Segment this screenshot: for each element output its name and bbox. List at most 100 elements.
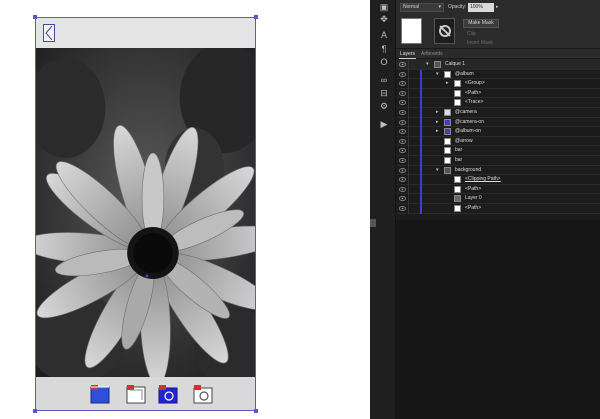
layer-row[interactable]: @arrow bbox=[396, 136, 600, 147]
camera-icon[interactable] bbox=[193, 384, 213, 404]
artboard-handle-bl[interactable] bbox=[33, 409, 37, 413]
tab-artboards[interactable]: Artboards bbox=[421, 51, 443, 57]
align-icon[interactable]: ⊟ bbox=[379, 88, 389, 98]
layer-color-bar bbox=[420, 88, 422, 99]
lock-column[interactable] bbox=[408, 194, 409, 204]
layer-row[interactable]: <Path> bbox=[396, 184, 600, 195]
layer-row[interactable]: ▾ background bbox=[396, 165, 600, 176]
lock-column[interactable] bbox=[408, 108, 409, 118]
layer-row[interactable]: ▸ <Group> bbox=[396, 79, 600, 89]
chevron-down-icon[interactable]: ▾ bbox=[426, 62, 431, 67]
make-mask-button[interactable]: Make Mask bbox=[463, 19, 499, 28]
lock-column[interactable] bbox=[408, 165, 409, 176]
eye-icon[interactable] bbox=[399, 62, 406, 67]
album-on-icon[interactable] bbox=[90, 384, 110, 404]
eye-icon[interactable] bbox=[399, 206, 406, 211]
layer-name: bar bbox=[455, 147, 463, 154]
link-icon[interactable]: ∞ bbox=[379, 75, 389, 85]
layer-row[interactable]: ▸ @camera bbox=[396, 108, 600, 118]
layer-row[interactable]: bar bbox=[396, 156, 600, 166]
invert-mask-checkbox-label[interactable]: Invert Mask bbox=[467, 40, 493, 46]
layer-row[interactable]: <Path> bbox=[396, 88, 600, 99]
camera-on-icon[interactable] bbox=[158, 384, 178, 404]
layer-row[interactable]: Layer 0 bbox=[396, 194, 600, 204]
chevron-down-icon[interactable]: ▾ bbox=[436, 71, 441, 77]
chevron-right-icon[interactable]: ▸ bbox=[436, 110, 441, 115]
layer-row[interactable]: <Path> bbox=[396, 204, 600, 214]
layer-row[interactable]: ▾ @album bbox=[396, 69, 600, 80]
eye-icon[interactable] bbox=[399, 158, 406, 163]
lock-column[interactable] bbox=[408, 117, 409, 128]
eye-icon[interactable] bbox=[399, 148, 406, 154]
lock-column[interactable] bbox=[408, 156, 409, 166]
chevron-right-icon[interactable]: ▸ bbox=[436, 129, 441, 134]
eye-icon[interactable] bbox=[399, 71, 406, 77]
layer-thumbnail bbox=[454, 205, 461, 212]
layer-row[interactable]: ▾ Calque 1 bbox=[396, 60, 600, 70]
chevron-down-icon[interactable]: ▾ bbox=[436, 167, 441, 173]
chevron-right-icon[interactable]: ▸ bbox=[436, 119, 441, 125]
eye-icon[interactable] bbox=[399, 186, 406, 192]
artboard[interactable] bbox=[35, 17, 256, 411]
layer-row[interactable]: <Trace> bbox=[396, 98, 600, 108]
eye-icon[interactable] bbox=[399, 100, 406, 106]
layer-row[interactable]: ▸ @album-on bbox=[396, 127, 600, 137]
back-arrow-icon[interactable] bbox=[43, 24, 55, 42]
eye-icon[interactable] bbox=[399, 90, 406, 96]
lock-column[interactable] bbox=[408, 146, 409, 156]
glyph-icon[interactable]: O bbox=[379, 57, 389, 67]
lock-column[interactable] bbox=[408, 204, 409, 214]
blend-mode-value: Normal bbox=[403, 4, 420, 10]
lock-column[interactable] bbox=[408, 175, 409, 185]
lock-column[interactable] bbox=[408, 88, 409, 99]
opacity-input[interactable]: 100% bbox=[468, 3, 494, 12]
type-icon[interactable]: A bbox=[379, 30, 389, 40]
lock-column[interactable] bbox=[408, 127, 409, 137]
layers-list[interactable]: ▾ Calque 1 ▾ @album ▸ <Group> <Path> <Trace> ▸ @c… bbox=[396, 60, 600, 220]
lock-column[interactable] bbox=[408, 79, 409, 89]
panel-tabs: Layers Artboards bbox=[396, 49, 600, 59]
transform-handle-icon[interactable]: ✥ bbox=[379, 14, 389, 24]
layer-color-bar bbox=[420, 194, 422, 204]
chevron-right-icon[interactable]: ▸ bbox=[496, 4, 499, 10]
shape-icon[interactable]: ⚙ bbox=[379, 101, 389, 111]
artboard-handle-tl[interactable] bbox=[33, 15, 37, 19]
collapse-tab[interactable] bbox=[370, 219, 376, 227]
chevron-right-icon[interactable]: ▸ bbox=[446, 81, 451, 86]
eye-icon[interactable] bbox=[399, 119, 406, 125]
clip-checkbox-label[interactable]: Clip bbox=[467, 31, 476, 37]
mask-thumbnail[interactable] bbox=[434, 18, 455, 44]
eye-icon[interactable] bbox=[399, 167, 406, 173]
eye-icon[interactable] bbox=[399, 177, 406, 183]
layer-row[interactable]: <Clipping Path> bbox=[396, 175, 600, 185]
lock-column[interactable] bbox=[408, 69, 409, 80]
layer-name: <Path> bbox=[465, 185, 482, 192]
artboard-handle-br[interactable] bbox=[254, 409, 258, 413]
lock-column[interactable] bbox=[408, 60, 409, 70]
tab-layers[interactable]: Layers bbox=[400, 51, 415, 57]
layer-color-bar bbox=[420, 136, 422, 147]
layer-color-bar bbox=[420, 165, 422, 176]
eye-icon[interactable] bbox=[399, 196, 406, 202]
layer-name: <Path> bbox=[465, 205, 482, 211]
layer-color-bar bbox=[420, 204, 422, 214]
blend-mode-select[interactable]: Normal ▾ bbox=[400, 3, 444, 12]
lock-column[interactable] bbox=[408, 98, 409, 108]
layer-thumbnail[interactable] bbox=[401, 18, 422, 44]
paragraph-icon[interactable]: ¶ bbox=[379, 44, 389, 54]
layer-color-bar bbox=[420, 127, 422, 137]
eye-icon[interactable] bbox=[399, 110, 406, 115]
artboard-handle-tr[interactable] bbox=[254, 15, 258, 19]
eye-icon[interactable] bbox=[399, 129, 406, 135]
lock-column[interactable] bbox=[408, 184, 409, 195]
layer-row[interactable]: ▸ @camera-on bbox=[396, 117, 600, 128]
layer-row[interactable]: bar bbox=[396, 146, 600, 156]
layer-color-bar bbox=[420, 117, 422, 128]
album-icon[interactable] bbox=[126, 384, 146, 404]
eye-icon[interactable] bbox=[399, 81, 406, 87]
lock-column[interactable] bbox=[408, 136, 409, 147]
select-icon[interactable]: ▣ bbox=[379, 2, 389, 12]
eye-icon[interactable] bbox=[399, 138, 406, 144]
play-icon[interactable]: ▶ bbox=[379, 119, 389, 129]
canvas-area[interactable] bbox=[0, 0, 370, 419]
